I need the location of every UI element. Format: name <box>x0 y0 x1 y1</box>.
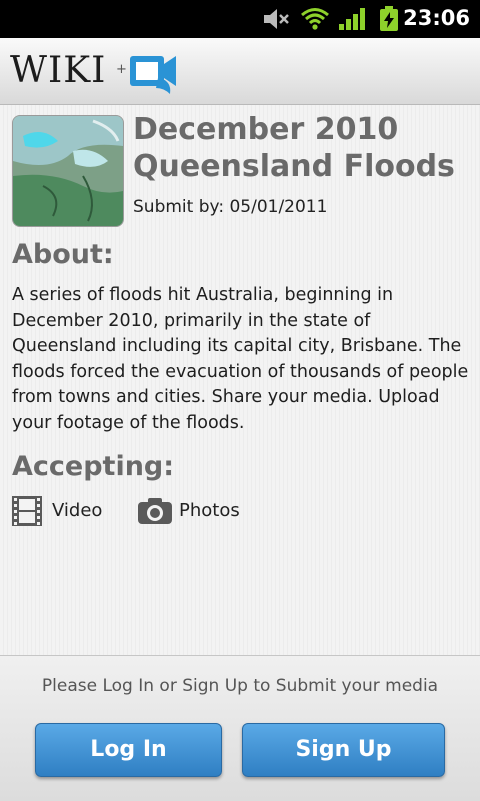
auth-footer: Please Log In or Sign Up to Submit your … <box>0 655 480 801</box>
camera-icon <box>138 497 172 529</box>
about-heading: About: <box>12 239 114 270</box>
film-icon <box>12 495 42 531</box>
video-logo-icon <box>128 48 180 100</box>
submit-deadline: Submit by: 05/01/2011 <box>133 197 328 217</box>
log-in-button[interactable]: Log In <box>35 723 222 777</box>
event-title: December 2010 Queensland Floods <box>133 112 455 184</box>
signal-icon <box>338 6 366 36</box>
wifi-icon <box>300 6 330 36</box>
app-header: WIKI + <box>0 38 480 105</box>
battery-charging-icon <box>378 6 400 36</box>
sign-up-button[interactable]: Sign Up <box>242 723 445 777</box>
status-bar: 23:06 <box>0 0 480 38</box>
logo-plus: + <box>116 62 127 77</box>
accepting-heading: Accepting: <box>12 451 175 482</box>
clock: 23:06 <box>403 6 470 30</box>
login-prompt: Please Log In or Sign Up to Submit your … <box>41 676 439 696</box>
accept-label-video: Video <box>52 500 103 521</box>
accept-item-photos: Photos <box>138 495 258 527</box>
accept-item-video: Video <box>12 495 122 527</box>
event-details: December 2010 Queensland Floods Submit b… <box>0 105 480 655</box>
logo-text: WIKI <box>10 50 107 91</box>
mute-icon <box>262 6 290 36</box>
about-description: A series of floods hit Australia, beginn… <box>12 285 469 433</box>
event-thumbnail <box>12 115 124 227</box>
accept-label-photos: Photos <box>179 500 240 521</box>
